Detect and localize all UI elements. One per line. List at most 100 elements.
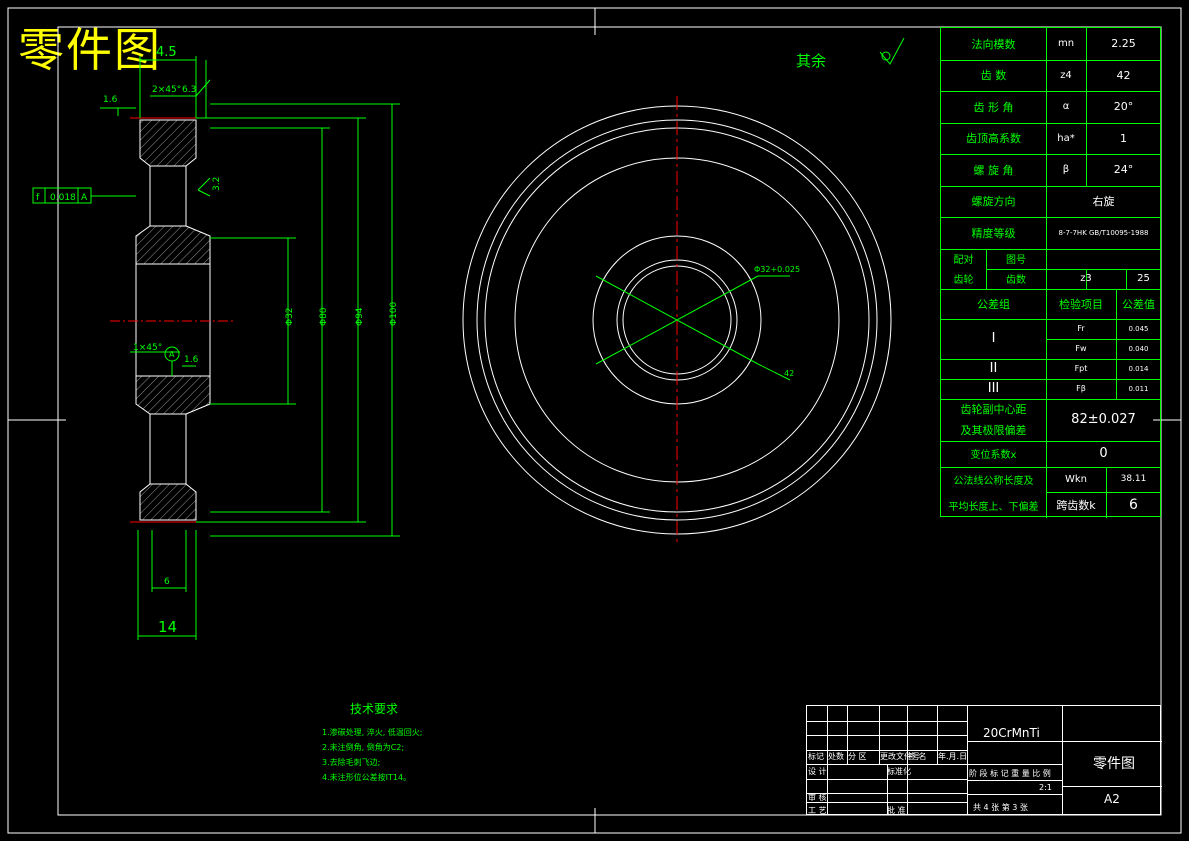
pair-label-bottom: 齿轮 [953, 275, 974, 286]
dia-1-dim: Φ32 [285, 307, 295, 326]
check-item: Fw [1075, 344, 1087, 353]
group-name: II [989, 361, 998, 376]
tolerance-header: 公差值 [1122, 297, 1155, 311]
title-scale: 2:1 [1039, 783, 1052, 792]
chamfer-top-dim: 2×45° [152, 85, 181, 95]
param-label: 齿 形 角 [973, 100, 1014, 114]
param-symbol: z4 [1060, 69, 1072, 81]
center-distance-value: 82±0.027 [1071, 412, 1136, 427]
title-rule [1062, 786, 1162, 787]
title-rule [967, 780, 1062, 781]
overall-width-dim: 14 [158, 618, 177, 636]
group-name: III [987, 381, 1000, 396]
datum-label: A [169, 350, 175, 359]
gear-parameter-table: 法向模数 mn 2.25 齿 数 z4 42 齿 形 角 α 20° 齿顶高系数 ha* 1 螺 旋 角… [940, 27, 1161, 518]
title-sheet-size: A2 [1104, 792, 1120, 806]
param-label: 螺旋方向 [971, 195, 1016, 209]
flatness-dim: 1.6 [103, 95, 118, 105]
param-value: 8-7-7HK GB/T10095-1988 [1058, 228, 1149, 237]
title-header-cell: 分 区 [848, 752, 867, 761]
param-value: 20° [1113, 100, 1134, 114]
title-row-standard: 标准化 [887, 767, 911, 776]
diag-label: 42 [784, 369, 794, 378]
bore-label: Φ32+0.025 [754, 265, 800, 274]
check-item: Fr [1077, 324, 1085, 333]
param-value: 2.25 [1111, 37, 1136, 51]
tolerance-ref: A [81, 193, 88, 203]
param-label: 精度等级 [971, 226, 1016, 240]
center-distance-label2: 及其极限偏差 [960, 424, 1027, 437]
section-dim-texts: 4.5 2×45° 6.3 1.6 f 0.018 A 3.2 Φ100 Φ94… [36, 45, 399, 636]
pair-teeth-label: 齿数 [1006, 275, 1026, 286]
pair-label-top: 配对 [953, 255, 974, 266]
technical-requirements: 技术要求 1.渗碳处理, 淬火, 低温回火; 2.未注倒角, 倒角为C2; 3.去除… [322, 700, 423, 785]
tolerance-value: 0.014 [1128, 364, 1149, 373]
title-rule [967, 794, 1062, 795]
ra-bottom-dim: 1.6 [184, 355, 199, 365]
title-header-cell: 标记 [808, 752, 824, 761]
title-rule [827, 764, 828, 814]
span-k-label: 跨齿数k [1056, 499, 1096, 513]
dia-3-dim: Φ94 [355, 307, 365, 326]
ra-top-dim: 6.3 [182, 85, 196, 95]
param-label: 齿顶高系数 [966, 132, 1021, 146]
table-rule [1046, 338, 1161, 340]
tolerance-value: 0.040 [1128, 344, 1149, 353]
title-material: 20CrMnTi [983, 726, 1040, 740]
tolerance-value: 0.018 [50, 193, 76, 203]
table-rule [986, 268, 1161, 270]
span-k-value: 6 [1129, 497, 1138, 514]
title-block: 标记 处数分 区更改文件号签 名年.月.日设 计标准化审 核工 艺批 准 20CrM… [806, 705, 1162, 815]
param-label: 螺 旋 角 [973, 163, 1014, 177]
title-row-process: 工 艺 [808, 806, 827, 815]
title-rule [967, 741, 1062, 742]
span-label: 公法线公称长度及 [953, 475, 1034, 487]
roughness-symbol [879, 37, 905, 65]
table-rule [1046, 492, 1161, 494]
hub-bore [135, 263, 211, 377]
ra-side-dim: 3.2 [212, 177, 222, 191]
pair-value: 25 [1137, 273, 1150, 284]
title-rule [807, 735, 967, 736]
check-item-header: 检验项目 [1059, 297, 1103, 311]
center-distance-label: 齿轮副中心距 [960, 403, 1027, 416]
title-count: 共 4 张 第 3 张 [973, 803, 1028, 812]
title-row-review: 审 核 [808, 793, 827, 802]
check-item: Fpt [1074, 364, 1088, 373]
tolerance-symbol: f [36, 193, 40, 203]
section-dimensions [32, 56, 400, 640]
title-stage-header: 阶 段 标 记 重 量 比 例 [969, 769, 1051, 778]
pair-symbol: z3 [1080, 273, 1092, 284]
shift-label: 变位系数x [970, 450, 1017, 461]
title-part-name: 零件图 [1093, 756, 1135, 772]
dia-2-dim: Φ80 [319, 307, 329, 326]
group-header: 公差组 [977, 297, 1010, 311]
title-header-cell: 签 名 [908, 752, 927, 761]
title-header-cell: 处数 [828, 752, 844, 761]
requirement-item: 2.未注倒角, 倒角为C2; [322, 743, 405, 752]
web-width-dim: 6 [164, 577, 170, 587]
param-label: 齿 数 [980, 69, 1007, 83]
param-symbol: α [1062, 101, 1070, 113]
web-pocket-top [149, 165, 187, 227]
section-view [135, 119, 211, 521]
surface-note: 其余 [796, 52, 826, 70]
param-value: 42 [1116, 68, 1131, 82]
title-rule [967, 706, 968, 814]
requirements-title: 技术要求 [350, 702, 399, 716]
title-rule [967, 764, 1062, 765]
chamfer-bottom-dim: 1×45° [133, 343, 162, 353]
title-header-cell: 年.月.日 [938, 752, 968, 761]
requirement-item: 4.未注形位公差按IT14。 [322, 773, 412, 782]
param-value: 1 [1120, 131, 1127, 145]
tolerance-value: 0.045 [1128, 324, 1149, 333]
param-symbol: β [1062, 164, 1070, 176]
span-w-label: Wkn [1064, 473, 1088, 485]
param-value: 24° [1113, 163, 1134, 177]
shift-value: 0 [1099, 446, 1108, 461]
top-width-dim: 4.5 [156, 45, 177, 60]
param-label: 法向模数 [971, 37, 1016, 51]
requirement-item: 3.去除毛刺飞边; [322, 758, 381, 767]
group-name: I [991, 331, 996, 346]
title-row-design: 设 计 [808, 767, 827, 776]
